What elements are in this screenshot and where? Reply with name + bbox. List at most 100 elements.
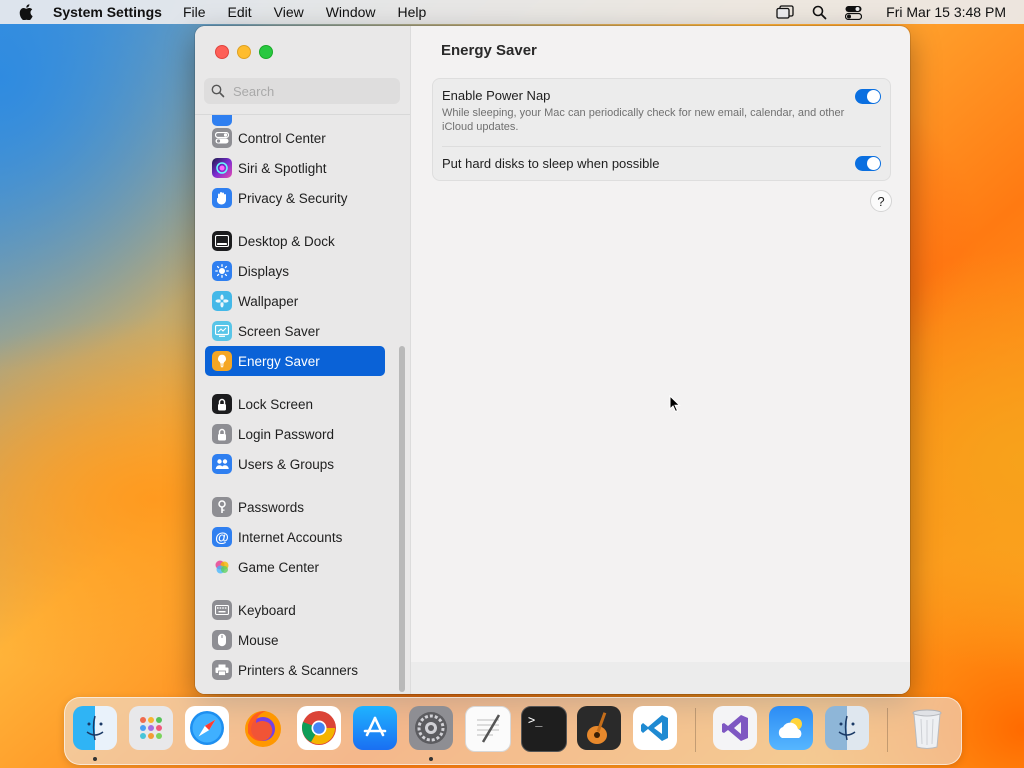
control-center-icon[interactable] bbox=[844, 3, 862, 21]
hand-icon bbox=[212, 188, 232, 208]
system-settings-window: Control Center Siri & Spotlight Privacy … bbox=[195, 26, 910, 694]
users-icon bbox=[212, 454, 232, 474]
spotlight-search-icon[interactable] bbox=[810, 3, 828, 21]
sidebar-item-siri-spotlight[interactable]: Siri & Spotlight bbox=[205, 153, 385, 183]
sidebar: Control Center Siri & Spotlight Privacy … bbox=[195, 26, 411, 694]
lightbulb-icon bbox=[212, 351, 232, 371]
sidebar-list: Control Center Siri & Spotlight Privacy … bbox=[195, 114, 410, 694]
safari-icon[interactable] bbox=[185, 706, 229, 750]
power-nap-description: While sleeping, your Mac can periodicall… bbox=[442, 107, 845, 133]
dock-separator bbox=[695, 708, 696, 752]
sidebar-item-screen-saver[interactable]: Screen Saver bbox=[205, 316, 385, 346]
sidebar-item-privacy-security[interactable]: Privacy & Security bbox=[205, 183, 385, 213]
control-center-icon bbox=[212, 128, 232, 148]
finder-icon[interactable] bbox=[73, 706, 117, 750]
firefox-icon[interactable] bbox=[241, 706, 285, 750]
menu-view[interactable]: View bbox=[274, 4, 304, 20]
visual-studio-icon[interactable] bbox=[713, 706, 757, 750]
sidebar-item-passwords[interactable]: Passwords bbox=[205, 492, 385, 522]
app-menu[interactable]: System Settings bbox=[53, 4, 162, 20]
menu-edit[interactable]: Edit bbox=[228, 4, 252, 20]
sidebar-item-label: Desktop & Dock bbox=[238, 233, 335, 249]
zoom-window-button[interactable] bbox=[259, 45, 273, 59]
screen-mirroring-icon[interactable] bbox=[776, 3, 794, 21]
hard-disks-sleep-label: Put hard disks to sleep when possible bbox=[442, 156, 660, 171]
menu-bar: System Settings File Edit View Window He… bbox=[0, 0, 1024, 24]
system-settings-icon[interactable] bbox=[409, 706, 453, 750]
trash-icon[interactable] bbox=[905, 706, 949, 750]
key-icon bbox=[212, 497, 232, 517]
sidebar-item-label: Wallpaper bbox=[238, 293, 299, 309]
search-input[interactable] bbox=[233, 83, 383, 99]
mouse-cursor-icon bbox=[669, 395, 681, 413]
sidebar-item-displays[interactable]: Displays bbox=[205, 256, 385, 286]
sidebar-item-lock-screen[interactable]: Lock Screen bbox=[205, 389, 385, 419]
menu-file[interactable]: File bbox=[183, 4, 206, 20]
flower-icon bbox=[212, 291, 232, 311]
weather-icon[interactable] bbox=[769, 706, 813, 750]
menu-help[interactable]: Help bbox=[398, 4, 427, 20]
toggle-knob bbox=[867, 157, 880, 170]
search-field[interactable] bbox=[204, 78, 400, 104]
terminal-icon[interactable]: >_ bbox=[521, 706, 567, 752]
sidebar-item-mouse[interactable]: Mouse bbox=[205, 625, 385, 655]
sidebar-item-label: Game Center bbox=[238, 559, 320, 575]
content-footer bbox=[411, 662, 910, 694]
sidebar-item-control-center[interactable]: Control Center bbox=[205, 123, 385, 153]
sun-icon bbox=[212, 261, 232, 281]
sidebar-item-game-center[interactable]: Game Center bbox=[205, 552, 385, 582]
keyboard-icon bbox=[212, 600, 232, 620]
game-center-icon bbox=[212, 557, 232, 577]
sidebar-item-login-password[interactable]: Login Password bbox=[205, 419, 385, 449]
sidebar-item-label: Passwords bbox=[238, 499, 305, 515]
sidebar-item-energy-saver[interactable]: Energy Saver bbox=[205, 346, 385, 376]
textedit-icon[interactable] bbox=[465, 706, 511, 752]
dock: >_ bbox=[64, 697, 962, 765]
minimize-window-button[interactable] bbox=[237, 45, 251, 59]
sidebar-item-label: Siri & Spotlight bbox=[238, 160, 327, 176]
sidebar-item-label: Displays bbox=[238, 263, 290, 279]
sidebar-item-label: Mouse bbox=[238, 632, 279, 648]
power-nap-label: Enable Power Nap bbox=[442, 88, 551, 103]
sidebar-item-label: Keyboard bbox=[238, 602, 296, 618]
sidebar-item-label: Users & Groups bbox=[238, 456, 335, 472]
sidebar-item-printers-scanners[interactable]: Printers & Scanners bbox=[205, 655, 385, 685]
sidebar-item-internet-accounts[interactable]: @ Internet Accounts bbox=[205, 522, 385, 552]
sidebar-item-wallpaper[interactable]: Wallpaper bbox=[205, 286, 385, 316]
sidebar-item-label: Privacy & Security bbox=[238, 190, 348, 206]
hard-disks-sleep-toggle[interactable] bbox=[855, 156, 881, 171]
apple-menu-icon[interactable] bbox=[17, 3, 35, 21]
chrome-icon[interactable] bbox=[297, 706, 341, 750]
running-indicator bbox=[429, 757, 433, 761]
sidebar-item-label: Lock Screen bbox=[238, 396, 314, 412]
sidebar-item-label: Control Center bbox=[238, 130, 326, 146]
dock-icon bbox=[212, 231, 232, 251]
vscode-icon[interactable] bbox=[633, 706, 677, 750]
padlock-icon bbox=[212, 424, 232, 444]
energy-settings-group: Enable Power Nap While sleeping, your Ma… bbox=[432, 78, 891, 181]
finder-icon[interactable] bbox=[825, 706, 869, 750]
window-controls bbox=[215, 45, 273, 59]
launchpad-icon[interactable] bbox=[129, 706, 173, 750]
page-title: Energy Saver bbox=[441, 42, 537, 59]
screen-saver-icon bbox=[212, 321, 232, 341]
sidebar-item-desktop-dock[interactable]: Desktop & Dock bbox=[205, 226, 385, 256]
app-store-icon[interactable] bbox=[353, 706, 397, 750]
dock-separator bbox=[887, 708, 888, 752]
running-indicator bbox=[93, 757, 97, 761]
row-divider bbox=[442, 146, 881, 147]
at-sign-icon: @ bbox=[212, 527, 232, 547]
sidebar-scrollbar[interactable] bbox=[399, 346, 405, 692]
help-button[interactable]: ? bbox=[870, 190, 892, 212]
sidebar-item-keyboard[interactable]: Keyboard bbox=[205, 595, 385, 625]
menu-bar-clock[interactable]: Fri Mar 15 3:48 PM bbox=[886, 4, 1006, 20]
menu-window[interactable]: Window bbox=[326, 4, 376, 20]
toggle-knob bbox=[867, 90, 880, 103]
close-window-button[interactable] bbox=[215, 45, 229, 59]
sidebar-item-users-groups[interactable]: Users & Groups bbox=[205, 449, 385, 479]
printer-icon bbox=[212, 660, 232, 680]
garageband-icon[interactable] bbox=[577, 706, 621, 750]
power-nap-toggle[interactable] bbox=[855, 89, 881, 104]
sidebar-item-label: Login Password bbox=[238, 426, 335, 442]
search-icon bbox=[211, 84, 225, 98]
